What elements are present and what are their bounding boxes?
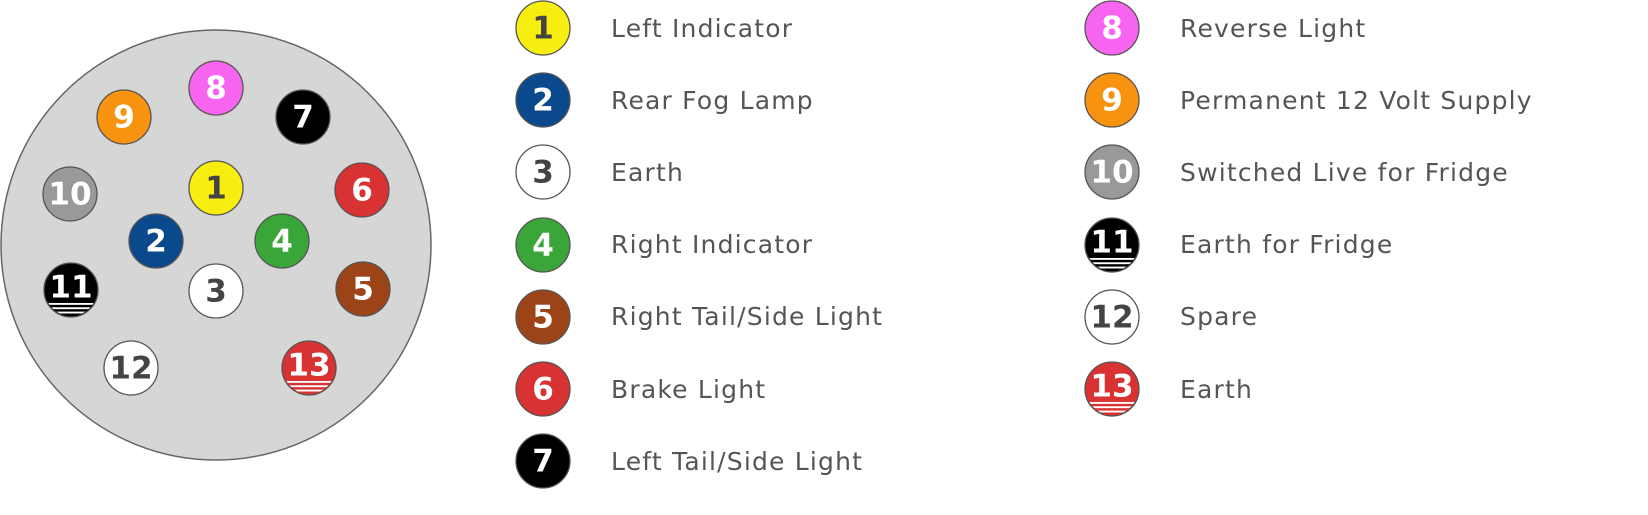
legend-label: Earth (1180, 374, 1254, 404)
pin-number: 5 (352, 271, 374, 307)
legend-label: Reverse Light (1180, 13, 1367, 43)
pin-6: 6 (515, 361, 571, 417)
pin-number: 7 (532, 443, 554, 479)
pin-number: 11 (1090, 224, 1133, 260)
pin-11: 11 (1084, 216, 1140, 273)
pin-number: 2 (145, 223, 167, 259)
pin-12: 12 (1084, 289, 1140, 345)
pin-4: 4 (254, 213, 310, 269)
pin-badge-icon: 8 (1084, 0, 1140, 56)
pin-9: 9 (96, 89, 152, 145)
legend-item-pin-3: 3 Earth (515, 144, 685, 201)
pin-number: 10 (48, 176, 91, 212)
pin-number: 3 (532, 155, 554, 191)
pin-badge-icon: 10 (1084, 144, 1140, 201)
pin-badge-icon: 9 (1084, 72, 1140, 128)
legend-item-pin-12: 12 Spare (1084, 289, 1258, 345)
pin-number: 1 (532, 10, 554, 46)
pin-number: 12 (109, 350, 152, 386)
legend-item-pin-2: 2 Rear Fog Lamp (515, 72, 814, 128)
legend-label: Left Tail/Side Light (611, 446, 864, 476)
pin-number: 5 (532, 299, 554, 335)
pin-8: 8 (188, 60, 244, 116)
legend-item-pin-11: 11 Earth for Fridge (1084, 216, 1394, 273)
legend-item-pin-1: 1 Left Indicator (515, 0, 793, 56)
pin-badge-icon: 4 (515, 216, 571, 273)
pin-2: 2 (515, 72, 571, 128)
pin-3: 3 (515, 144, 571, 201)
pin-number: 1 (205, 170, 227, 206)
legend-label: Permanent 12 Volt Supply (1180, 85, 1533, 115)
pin-13: 13 (1084, 361, 1140, 417)
legend-label: Right Indicator (611, 230, 814, 260)
pin-number: 12 (1090, 299, 1133, 335)
pin-5: 5 (335, 261, 391, 317)
pin-number: 9 (1101, 82, 1123, 118)
pin-number: 8 (1101, 10, 1123, 46)
pin-11: 11 (43, 262, 99, 318)
legend-label: Earth for Fridge (1180, 230, 1394, 260)
pin-badge-icon: 11 (1084, 216, 1140, 273)
legend-label: Spare (1180, 302, 1259, 332)
legend-item-pin-7: 7 Left Tail/Side Light (515, 433, 863, 489)
legend-label: Earth (611, 157, 685, 187)
pin-7: 7 (275, 89, 331, 145)
pin-number: 6 (532, 371, 554, 407)
pin-badge-icon: 6 (515, 361, 571, 417)
pin-badge-icon: 7 (515, 433, 571, 489)
legend-item-pin-8: 8 Reverse Light (1084, 0, 1366, 56)
pin-number: 13 (1090, 369, 1133, 405)
pin-5: 5 (515, 289, 571, 345)
pin-13: 13 (281, 340, 337, 396)
pin-2: 2 (128, 213, 184, 269)
pin-12: 12 (103, 340, 159, 396)
pin-number: 4 (271, 223, 293, 259)
pin-number: 9 (113, 99, 135, 135)
pin-1: 1 (515, 0, 571, 56)
socket-face-diagram: 123456789101112 13 (0, 29, 432, 461)
pin-badge-icon: 12 (1084, 289, 1140, 345)
pin-6: 6 (334, 162, 390, 218)
pin-badge-icon: 2 (515, 72, 571, 128)
pin-1: 1 (188, 160, 244, 216)
pin-badge-icon: 1 (515, 0, 571, 56)
pin-badge-icon: 5 (515, 289, 571, 345)
pin-number: 8 (205, 70, 227, 106)
legend-label: Rear Fog Lamp (611, 85, 814, 115)
pin-number: 13 (287, 348, 330, 384)
legend-item-pin-6: 6 Brake Light (515, 361, 766, 417)
pin-10: 10 (1084, 144, 1140, 201)
legend-item-pin-5: 5 Right Tail/Side Light (515, 289, 883, 345)
legend-label: Brake Light (611, 374, 767, 404)
pin-7: 7 (515, 433, 571, 489)
pin-badge-icon: 13 (1084, 361, 1140, 417)
pin-4: 4 (515, 216, 571, 273)
pin-10: 10 (42, 166, 98, 222)
pin-number: 7 (292, 99, 314, 135)
pin-9: 9 (1084, 72, 1140, 128)
pin-number: 3 (205, 273, 227, 309)
pin-number: 11 (49, 270, 92, 306)
legend-item-pin-13: 13 Earth (1084, 361, 1253, 417)
pin-badge-icon: 3 (515, 144, 571, 201)
pin-number: 4 (532, 227, 554, 263)
pin-3: 3 (188, 263, 244, 319)
legend-item-pin-9: 9 Permanent 12 Volt Supply (1084, 72, 1533, 128)
legend-label: Left Indicator (611, 13, 794, 43)
legend-label: Switched Live for Fridge (1180, 157, 1509, 187)
legend-item-pin-10: 10 Switched Live for Fridge (1084, 144, 1509, 201)
legend-item-pin-4: 4 Right Indicator (515, 216, 814, 273)
pin-number: 6 (351, 172, 373, 208)
legend-label: Right Tail/Side Light (611, 302, 884, 332)
pin-number: 10 (1090, 155, 1133, 191)
pin-8: 8 (1084, 0, 1140, 56)
pin-number: 2 (532, 82, 554, 118)
